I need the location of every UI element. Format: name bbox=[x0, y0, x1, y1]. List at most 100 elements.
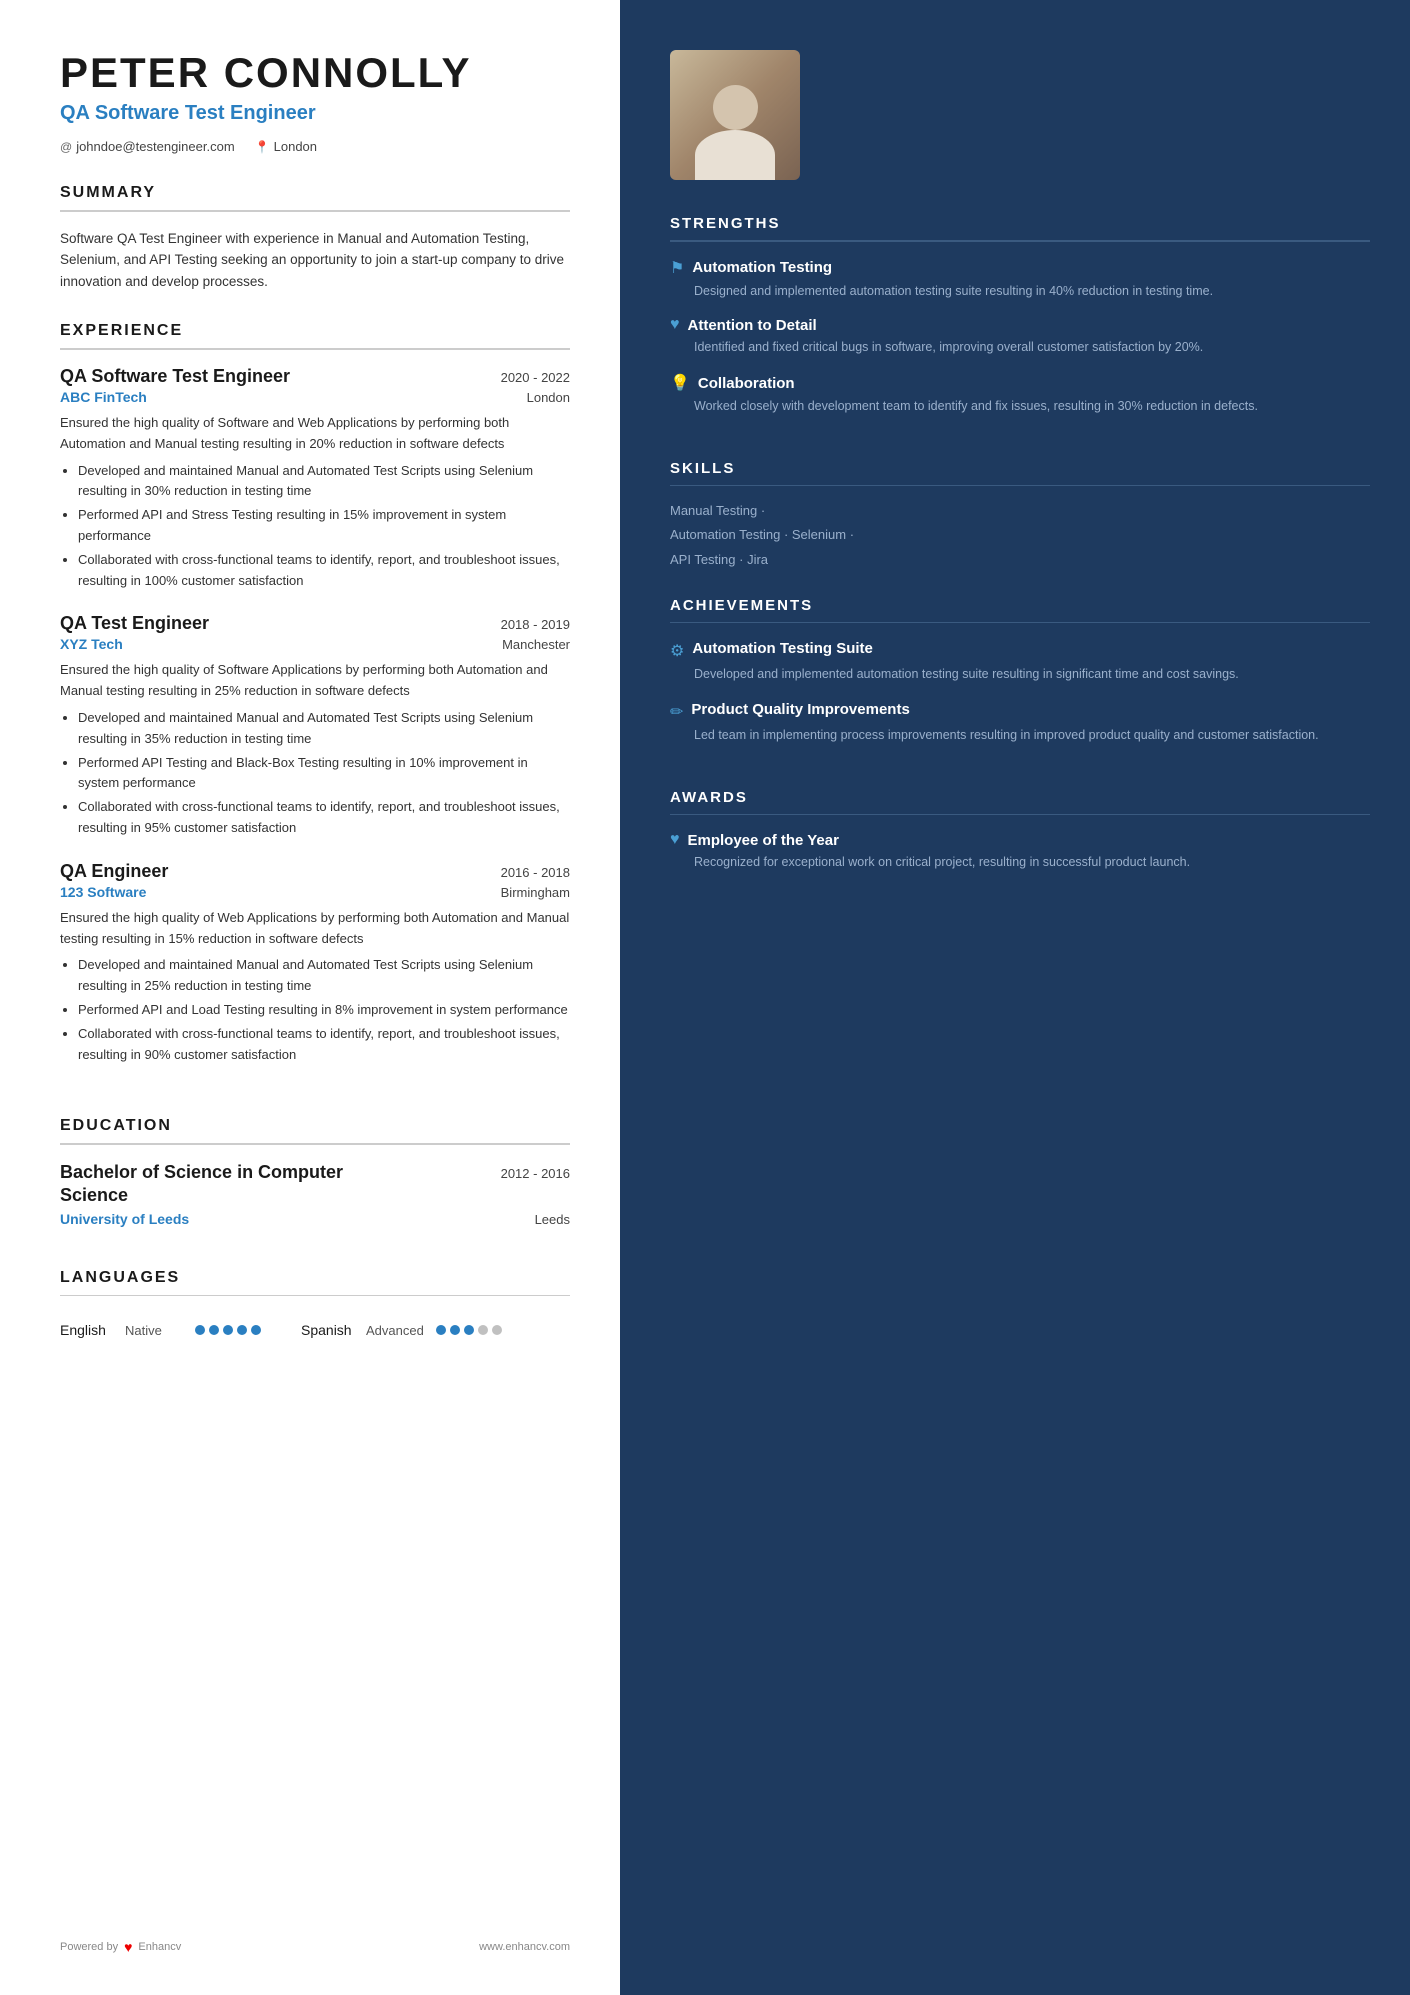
dot-5 bbox=[251, 1325, 261, 1335]
footer: Powered by ♥ Enhancv www.enhancv.com bbox=[60, 1919, 570, 1955]
job-company-2: XYZ Tech bbox=[60, 636, 123, 652]
edu-entry-1: Bachelor of Science in Computer Science … bbox=[60, 1161, 570, 1227]
achievement-title-1: Automation Testing Suite bbox=[692, 639, 873, 659]
summary-divider bbox=[60, 210, 570, 212]
edu-location-1: Leeds bbox=[535, 1212, 570, 1227]
strengths-divider bbox=[670, 240, 1370, 242]
experience-divider bbox=[60, 348, 570, 350]
job-role-3: QA Engineer bbox=[60, 861, 168, 882]
job-bullets-3: Developed and maintained Manual and Auto… bbox=[60, 955, 570, 1065]
job-location-3: Birmingham bbox=[501, 885, 570, 900]
lang-dots-spanish bbox=[436, 1325, 502, 1335]
footer-left: Powered by ♥ Enhancv bbox=[60, 1939, 181, 1955]
edu-degree-1: Bachelor of Science in Computer Science bbox=[60, 1161, 380, 1208]
strength-header-2: ♥ Attention to Detail bbox=[670, 316, 1370, 334]
strength-title-3: Collaboration bbox=[698, 375, 795, 392]
footer-website: www.enhancv.com bbox=[479, 1941, 570, 1953]
skills-list: Manual Testing · Automation Testing · Se… bbox=[670, 502, 1370, 569]
job-header-1: QA Software Test Engineer 2020 - 2022 bbox=[60, 366, 570, 387]
job-dates-1: 2020 - 2022 bbox=[501, 370, 570, 385]
bullet-1-3: Collaborated with cross-functional teams… bbox=[78, 550, 570, 592]
languages-divider bbox=[60, 1295, 570, 1297]
job-desc-2: Ensured the high quality of Software App… bbox=[60, 660, 570, 702]
email-value: johndoe@testengineer.com bbox=[76, 139, 234, 154]
dot-s3 bbox=[464, 1325, 474, 1335]
strength-icon-2: ♥ bbox=[670, 316, 680, 334]
award-header-1: ♥ Employee of the Year bbox=[670, 831, 1370, 849]
candidate-name: PETER CONNOLLY bbox=[60, 50, 570, 96]
photo-body bbox=[695, 130, 775, 180]
lang-name-spanish: Spanish bbox=[301, 1322, 356, 1338]
job-dates-3: 2016 - 2018 bbox=[501, 865, 570, 880]
strength-desc-2: Identified and fixed critical bugs in so… bbox=[670, 338, 1370, 357]
language-spanish: Spanish Advanced bbox=[301, 1322, 502, 1338]
strength-icon-3: 💡 bbox=[670, 373, 690, 393]
award-title-1: Employee of the Year bbox=[688, 832, 839, 849]
strengths-title: STRENGTHS bbox=[670, 215, 1370, 232]
summary-text: Software QA Test Engineer with experienc… bbox=[60, 228, 570, 293]
location-contact: 📍 London bbox=[255, 139, 317, 154]
languages-title: LANGUAGES bbox=[60, 1269, 570, 1287]
achievement-item-2: ✏ Product Quality Improvements Led team … bbox=[670, 700, 1370, 745]
heart-icon: ♥ bbox=[124, 1939, 132, 1955]
awards-title: AWARDS bbox=[670, 789, 1370, 806]
strength-desc-1: Designed and implemented automation test… bbox=[670, 282, 1370, 301]
award-item-1: ♥ Employee of the Year Recognized for ex… bbox=[670, 831, 1370, 872]
job-company-3: 123 Software bbox=[60, 884, 146, 900]
language-english: English Native bbox=[60, 1322, 261, 1338]
achievements-section: ACHIEVEMENTS ⚙ Automation Testing Suite … bbox=[670, 597, 1370, 761]
photo-head bbox=[713, 85, 758, 130]
job-title: QA Software Test Engineer bbox=[60, 102, 570, 125]
job-header-3: QA Engineer 2016 - 2018 bbox=[60, 861, 570, 882]
left-column: PETER CONNOLLY QA Software Test Engineer… bbox=[0, 0, 620, 1995]
languages-row: English Native Spanish Advanced bbox=[60, 1312, 570, 1338]
lang-dots-english bbox=[195, 1325, 261, 1335]
strength-item-1: ⚑ Automation Testing Designed and implem… bbox=[670, 258, 1370, 301]
right-column: STRENGTHS ⚑ Automation Testing Designed … bbox=[620, 0, 1410, 1995]
achievement-icon-2: ✏ bbox=[670, 702, 683, 722]
award-icon-1: ♥ bbox=[670, 831, 680, 849]
photo-placeholder bbox=[670, 50, 800, 180]
job-entry-2: QA Test Engineer 2018 - 2019 XYZ Tech Ma… bbox=[60, 613, 570, 838]
job-entry-3: QA Engineer 2016 - 2018 123 Software Bir… bbox=[60, 861, 570, 1066]
strength-item-3: 💡 Collaboration Worked closely with deve… bbox=[670, 373, 1370, 416]
job-desc-1: Ensured the high quality of Software and… bbox=[60, 413, 570, 455]
skills-divider bbox=[670, 485, 1370, 487]
summary-title: SUMMARY bbox=[60, 184, 570, 202]
strength-icon-1: ⚑ bbox=[670, 258, 684, 278]
job-entry-1: QA Software Test Engineer 2020 - 2022 AB… bbox=[60, 366, 570, 591]
bullet-3-1: Developed and maintained Manual and Auto… bbox=[78, 955, 570, 997]
award-desc-1: Recognized for exceptional work on criti… bbox=[670, 853, 1370, 872]
job-company-row-2: XYZ Tech Manchester bbox=[60, 636, 570, 652]
education-section: EDUCATION Bachelor of Science in Compute… bbox=[60, 1117, 570, 1238]
job-company-row-1: ABC FinTech London bbox=[60, 389, 570, 405]
skills-title: SKILLS bbox=[670, 460, 1370, 477]
powered-by-label: Powered by bbox=[60, 1941, 118, 1953]
strength-title-2: Attention to Detail bbox=[688, 317, 817, 334]
education-title: EDUCATION bbox=[60, 1117, 570, 1135]
email-icon: @ bbox=[60, 140, 72, 154]
brand-name: Enhancv bbox=[138, 1941, 181, 1953]
edu-header-1: Bachelor of Science in Computer Science … bbox=[60, 1161, 570, 1208]
bullet-1-2: Performed API and Stress Testing resulti… bbox=[78, 505, 570, 547]
bullet-2-3: Collaborated with cross-functional teams… bbox=[78, 797, 570, 839]
strength-header-3: 💡 Collaboration bbox=[670, 373, 1370, 393]
strength-desc-3: Worked closely with development team to … bbox=[670, 397, 1370, 416]
achievements-divider bbox=[670, 622, 1370, 624]
job-bullets-2: Developed and maintained Manual and Auto… bbox=[60, 708, 570, 839]
lang-name-english: English bbox=[60, 1322, 115, 1338]
edu-dates-1: 2012 - 2016 bbox=[501, 1166, 570, 1181]
edu-uni-row-1: University of Leeds Leeds bbox=[60, 1211, 570, 1227]
job-location-2: Manchester bbox=[502, 637, 570, 652]
job-location-1: London bbox=[527, 390, 570, 405]
dot-1 bbox=[195, 1325, 205, 1335]
strength-header-1: ⚑ Automation Testing bbox=[670, 258, 1370, 278]
bullet-3-3: Collaborated with cross-functional teams… bbox=[78, 1024, 570, 1066]
education-divider bbox=[60, 1143, 570, 1145]
achievement-header-1: ⚙ Automation Testing Suite bbox=[670, 639, 1370, 661]
dot-4 bbox=[237, 1325, 247, 1335]
lang-level-english: Native bbox=[125, 1323, 185, 1338]
achievement-desc-2: Led team in implementing process improve… bbox=[670, 726, 1370, 745]
email-contact: @ johndoe@testengineer.com bbox=[60, 139, 235, 154]
job-role-2: QA Test Engineer bbox=[60, 613, 209, 634]
